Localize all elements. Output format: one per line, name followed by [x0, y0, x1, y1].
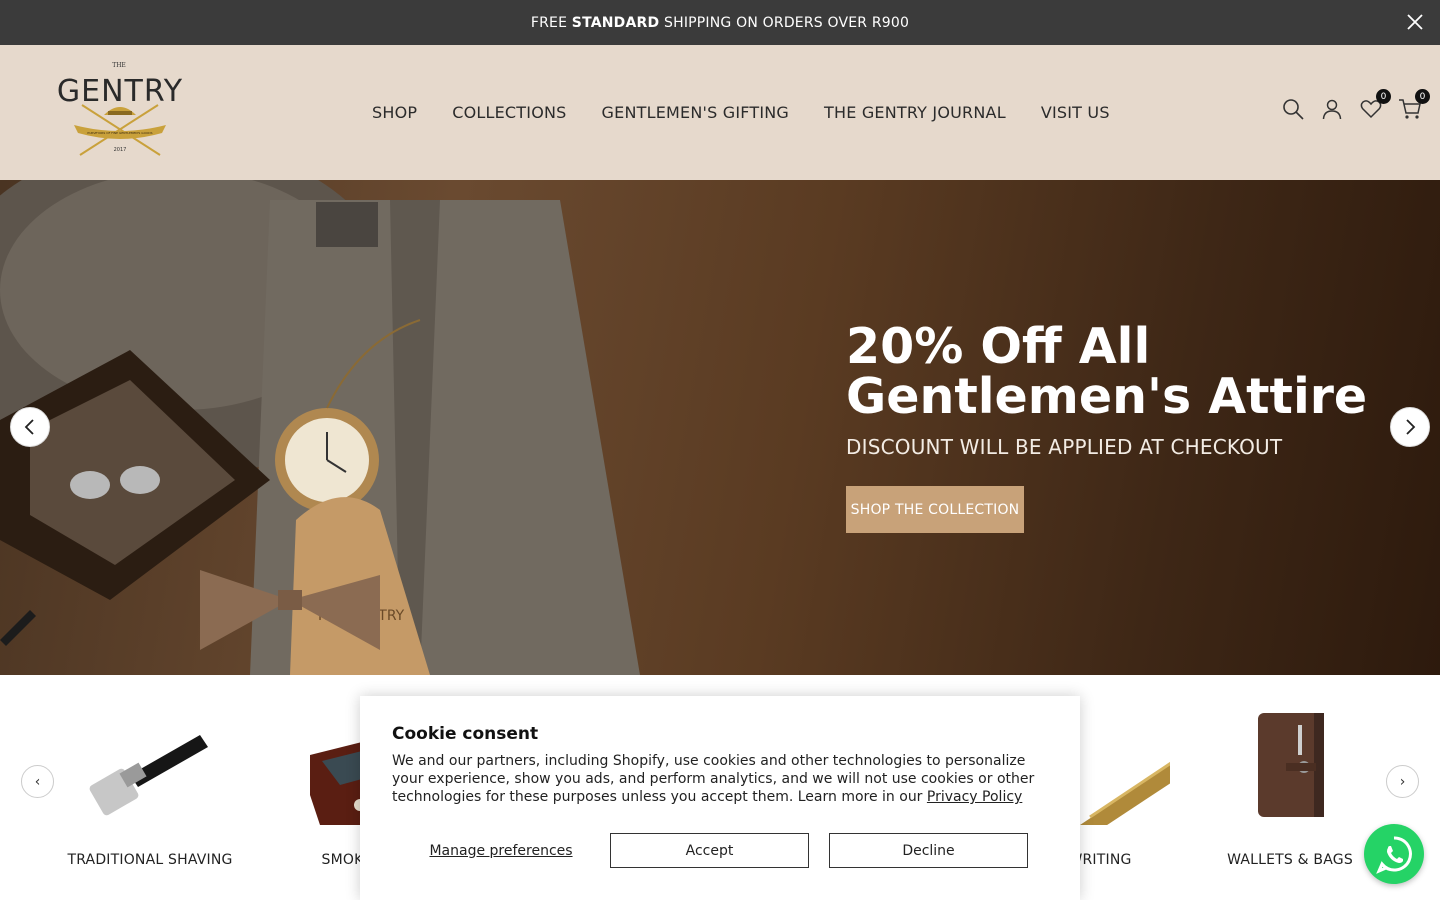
gentry-logo[interactable]: THE GENTRY PURVEYORS OF FINE GENTLEMEN'S…	[40, 59, 200, 163]
privacy-policy-link[interactable]: Privacy Policy	[927, 789, 1022, 805]
wishlist-count-badge: 0	[1376, 89, 1391, 104]
cookie-actions: Manage preferences Accept Decline	[392, 833, 1028, 868]
category-traditional-shaving[interactable]: TRADITIONAL SHAVING	[50, 705, 250, 868]
heart-icon[interactable]: 0	[1359, 89, 1391, 121]
decline-button[interactable]: Decline	[829, 833, 1028, 868]
hero-subtitle: DISCOUNT WILL BE APPLIED AT CHECKOUT	[846, 435, 1283, 459]
accept-button[interactable]: Accept	[610, 833, 809, 868]
search-icon[interactable]	[1281, 97, 1305, 121]
chevron-right-icon	[1406, 419, 1416, 435]
main-nav: SHOP COLLECTIONS GENTLEMEN'S GIFTING THE…	[372, 45, 1110, 180]
chevron-left-icon: ‹	[34, 773, 41, 790]
shop-collection-button[interactable]: SHOP THE COLLECTION	[846, 486, 1024, 533]
close-icon[interactable]	[1404, 11, 1426, 33]
announcement-bar: FREE STANDARD SHIPPING ON ORDERS OVER R9…	[0, 0, 1440, 45]
whatsapp-icon	[1376, 836, 1412, 874]
announcement-bold: STANDARD	[571, 14, 660, 31]
cookie-consent-dialog: Cookie consent We and our partners, incl…	[360, 696, 1080, 900]
logo-ribbon-text: PURVEYORS OF FINE GENTLEMEN'S GOODS	[87, 131, 152, 135]
site-header: THE GENTRY PURVEYORS OF FINE GENTLEMEN'S…	[0, 45, 1440, 180]
hero-slider: THE GENTRY 20% Off All Gentlemen's Attir…	[0, 180, 1440, 675]
manage-preferences-link[interactable]: Manage preferences	[392, 843, 610, 859]
category-label: WALLETS & BAGS	[1227, 852, 1353, 868]
chevron-right-icon: ›	[1399, 773, 1406, 790]
cart-count-badge: 0	[1415, 89, 1430, 104]
logo-name-text: GENTRY	[57, 74, 183, 109]
whatsapp-button[interactable]	[1364, 824, 1424, 884]
hero-title-line2: Gentlemen's Attire	[846, 368, 1368, 425]
nav-gentlemens-gifting[interactable]: GENTLEMEN'S GIFTING	[602, 103, 790, 122]
category-wallets-bags[interactable]: WALLETS & BAGS	[1190, 705, 1390, 868]
safety-razor-image	[89, 735, 208, 816]
hero-title-line1: 20% Off All	[846, 318, 1151, 375]
wallet-image	[1258, 713, 1324, 817]
chevron-left-icon	[24, 419, 34, 435]
hero-next-button[interactable]	[1390, 407, 1430, 447]
hero-prev-button[interactable]	[10, 407, 50, 447]
header-actions: 0 0	[1281, 89, 1430, 121]
hero-image: THE GENTRY	[0, 180, 640, 675]
nav-gentry-journal[interactable]: THE GENTRY JOURNAL	[824, 103, 1006, 122]
account-icon[interactable]	[1320, 97, 1344, 121]
category-label: TRADITIONAL SHAVING	[67, 852, 233, 868]
announcement-suffix: SHIPPING ON ORDERS OVER R900	[664, 14, 910, 31]
logo-top-text: THE	[112, 62, 126, 69]
logo-est-text: 2017	[114, 147, 127, 153]
nav-visit-us[interactable]: VISIT US	[1041, 103, 1110, 122]
category-next-button[interactable]: ›	[1386, 765, 1419, 798]
hero-title: 20% Off All Gentlemen's Attire	[846, 322, 1406, 422]
announcement-prefix: FREE	[530, 14, 568, 31]
cookie-title: Cookie consent	[392, 724, 539, 744]
nav-shop[interactable]: SHOP	[372, 103, 417, 122]
nav-collections[interactable]: COLLECTIONS	[452, 103, 566, 122]
cookie-body: We and our partners, including Shopify, …	[392, 752, 1048, 806]
cart-icon[interactable]: 0	[1398, 89, 1430, 121]
